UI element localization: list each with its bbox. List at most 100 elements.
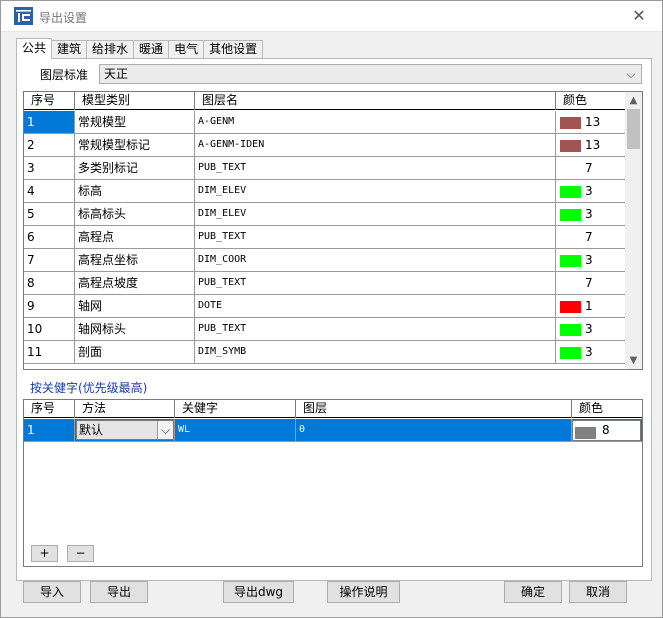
table-row[interactable]: 6 高程点 PUB_TEXT 7	[24, 226, 627, 249]
add-keyword-button[interactable]: +	[31, 545, 58, 562]
table-row[interactable]: 4 标高 DIM_ELEV 3	[24, 180, 627, 203]
category-cell[interactable]: 高程点坡度	[75, 272, 195, 294]
layer-name-cell[interactable]: A-GENM-IDEN	[195, 134, 556, 156]
col-header-no[interactable]: 序号	[24, 400, 75, 418]
keyword-no-cell[interactable]: 1	[24, 419, 75, 441]
row-no-cell[interactable]: 5	[24, 203, 75, 225]
table-row[interactable]: 1 默认 ⌵ WL 0 8	[24, 419, 642, 442]
color-cell[interactable]: 13	[556, 134, 627, 156]
layer-name-cell[interactable]: A-GENM	[195, 111, 556, 133]
category-cell[interactable]: 常规模型	[75, 111, 195, 133]
color-number: 13	[585, 138, 601, 152]
scroll-down-icon[interactable]: ▼	[625, 352, 642, 369]
tab-hvac[interactable]: 暖通	[133, 40, 170, 58]
color-cell[interactable]: 1	[556, 295, 627, 317]
category-cell[interactable]: 多类别标记	[75, 157, 195, 179]
color-picker[interactable]: 8	[572, 420, 641, 441]
row-no-cell[interactable]: 8	[24, 272, 75, 294]
ok-button[interactable]: 确定	[504, 581, 562, 603]
category-cell[interactable]: 轴网标头	[75, 318, 195, 340]
row-no-cell[interactable]: 7	[24, 249, 75, 271]
color-cell[interactable]: 13	[556, 111, 627, 133]
keyword-table[interactable]: 序号 方法 关健字 图层 颜色 1 默认 ⌵ WL 0 8	[23, 399, 643, 567]
color-number: 7	[585, 161, 593, 175]
keyword-color-cell[interactable]: 8	[572, 419, 642, 441]
col-header-layer[interactable]: 图层名	[195, 92, 556, 110]
keyword-section-label: 按关健字(优先级最高)	[30, 381, 148, 395]
table-row[interactable]: 11 剖面 DIM_SYMB 3	[24, 341, 627, 364]
tab-architecture[interactable]: 建筑	[51, 40, 88, 58]
method-cell[interactable]: 默认 ⌵	[75, 419, 175, 441]
color-cell[interactable]: 3	[556, 249, 627, 271]
row-no-cell[interactable]: 2	[24, 134, 75, 156]
color-number: 1	[585, 299, 593, 313]
color-cell[interactable]: 3	[556, 341, 627, 363]
category-cell[interactable]: 标高	[75, 180, 195, 202]
category-cell[interactable]: 剖面	[75, 341, 195, 363]
vertical-scrollbar[interactable]: ▲ ▼	[625, 92, 642, 369]
layer-name-cell[interactable]: PUB_TEXT	[195, 157, 556, 179]
row-no-cell[interactable]: 10	[24, 318, 75, 340]
tab-plumbing[interactable]: 给排水	[86, 40, 135, 58]
scroll-up-icon[interactable]: ▲	[625, 92, 642, 109]
table-row[interactable]: 7 高程点坐标 DIM_COOR 3	[24, 249, 627, 272]
export-dwg-button[interactable]: 导出dwg	[223, 581, 294, 603]
row-no-cell[interactable]: 4	[24, 180, 75, 202]
layer-name-cell[interactable]: DIM_COOR	[195, 249, 556, 271]
color-cell[interactable]: 3	[556, 180, 627, 202]
layer-name-cell[interactable]: DOTE	[195, 295, 556, 317]
title-bar[interactable]: 导出设置 ✕	[1, 1, 662, 32]
layer-name-cell[interactable]: PUB_TEXT	[195, 272, 556, 294]
row-no-cell[interactable]: 6	[24, 226, 75, 248]
col-header-method[interactable]: 方法	[75, 400, 175, 418]
col-header-color[interactable]: 颜色	[556, 92, 627, 110]
layer-name-cell[interactable]: DIM_SYMB	[195, 341, 556, 363]
help-button[interactable]: 操作说明	[327, 581, 400, 603]
keyword-layer-cell[interactable]: 0	[296, 419, 572, 441]
table-row[interactable]: 1 常规模型 A-GENM 13	[24, 111, 627, 134]
row-no-cell[interactable]: 1	[24, 111, 75, 133]
table-row[interactable]: 10 轴网标头 PUB_TEXT 3	[24, 318, 627, 341]
col-header-category[interactable]: 模型类别	[75, 92, 195, 110]
import-button[interactable]: 导入	[23, 581, 81, 603]
category-cell[interactable]: 标高标头	[75, 203, 195, 225]
cancel-button[interactable]: 取消	[569, 581, 627, 603]
export-button[interactable]: 导出	[90, 581, 148, 603]
color-cell[interactable]: 7	[556, 157, 627, 179]
layer-standard-select[interactable]: 天正 ⌵	[99, 64, 642, 84]
category-cell[interactable]: 高程点坐标	[75, 249, 195, 271]
category-cell[interactable]: 常规模型标记	[75, 134, 195, 156]
remove-keyword-button[interactable]: −	[67, 545, 94, 562]
table-row[interactable]: 8 高程点坡度 PUB_TEXT 7	[24, 272, 627, 295]
model-category-table[interactable]: 序号 模型类别 图层名 颜色 1 常规模型 A-GENM 13 2 常规模型标记 A-GEN…	[23, 91, 643, 370]
row-no-cell[interactable]: 11	[24, 341, 75, 363]
col-header-no[interactable]: 序号	[24, 92, 75, 110]
col-header-color[interactable]: 颜色	[572, 400, 642, 418]
color-number: 8	[602, 423, 610, 437]
table-row[interactable]: 9 轴网 DOTE 1	[24, 295, 627, 318]
color-cell[interactable]: 3	[556, 318, 627, 340]
col-header-layer[interactable]: 图层	[296, 400, 572, 418]
keyword-cell[interactable]: WL	[175, 419, 296, 441]
layer-name-cell[interactable]: PUB_TEXT	[195, 226, 556, 248]
col-header-keyword[interactable]: 关健字	[175, 400, 296, 418]
layer-name-cell[interactable]: PUB_TEXT	[195, 318, 556, 340]
scroll-thumb[interactable]	[627, 109, 640, 149]
layer-name-cell[interactable]: DIM_ELEV	[195, 203, 556, 225]
category-cell[interactable]: 轴网	[75, 295, 195, 317]
row-no-cell[interactable]: 3	[24, 157, 75, 179]
category-cell[interactable]: 高程点	[75, 226, 195, 248]
color-cell[interactable]: 3	[556, 203, 627, 225]
layer-name-cell[interactable]: DIM_ELEV	[195, 180, 556, 202]
row-no-cell[interactable]: 9	[24, 295, 75, 317]
tab-other-settings[interactable]: 其他设置	[203, 40, 264, 58]
table-row[interactable]: 3 多类别标记 PUB_TEXT 7	[24, 157, 627, 180]
color-cell[interactable]: 7	[556, 226, 627, 248]
color-cell[interactable]: 7	[556, 272, 627, 294]
tab-common[interactable]: 公共	[16, 38, 53, 59]
method-combo[interactable]: 默认 ⌵	[76, 420, 174, 440]
table-row[interactable]: 2 常规模型标记 A-GENM-IDEN 13	[24, 134, 627, 157]
table-row[interactable]: 5 标高标头 DIM_ELEV 3	[24, 203, 627, 226]
close-icon[interactable]: ✕	[630, 7, 648, 25]
tab-electrical[interactable]: 电气	[168, 40, 205, 58]
